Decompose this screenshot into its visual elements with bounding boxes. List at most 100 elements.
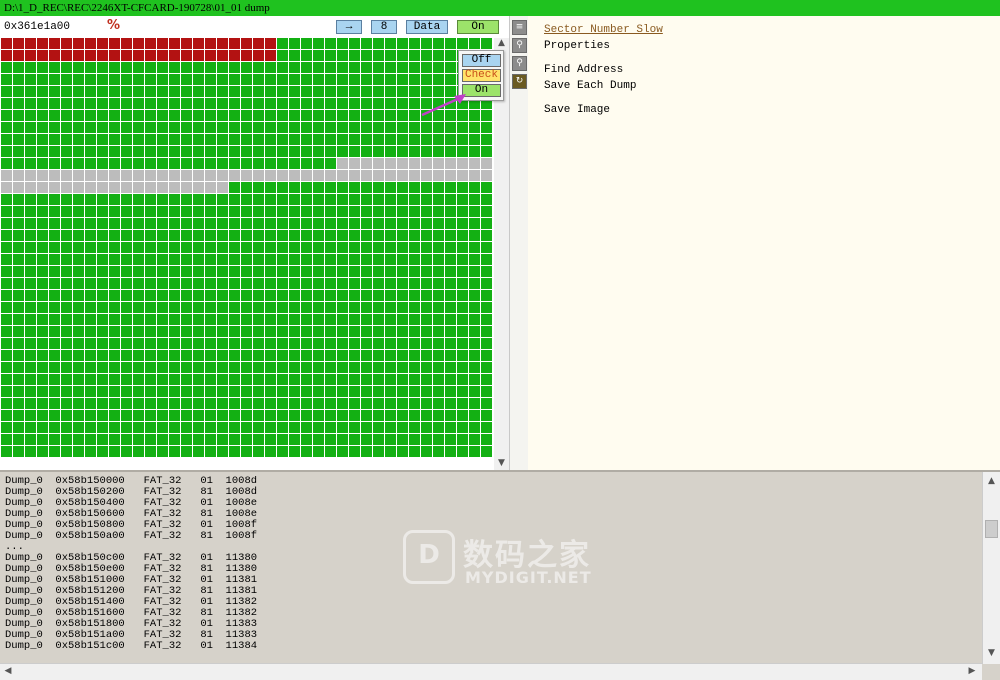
- sector-cell[interactable]: [229, 314, 240, 325]
- sector-cell[interactable]: [301, 302, 312, 313]
- sector-cell[interactable]: [61, 218, 72, 229]
- sector-cell[interactable]: [301, 242, 312, 253]
- sector-cell[interactable]: [133, 62, 144, 73]
- sector-cell[interactable]: [121, 446, 132, 457]
- log-scroll-right-icon[interactable]: ▶: [966, 666, 978, 676]
- sector-cell[interactable]: [1, 158, 12, 169]
- sector-cell[interactable]: [157, 74, 168, 85]
- sector-cell[interactable]: [85, 362, 96, 373]
- sector-cell[interactable]: [385, 74, 396, 85]
- sector-cell[interactable]: [193, 242, 204, 253]
- sector-cell[interactable]: [25, 50, 36, 61]
- sector-cell[interactable]: [145, 146, 156, 157]
- sector-cell[interactable]: [385, 230, 396, 241]
- sector-cell[interactable]: [157, 410, 168, 421]
- sector-cell[interactable]: [25, 362, 36, 373]
- sector-cell[interactable]: [109, 182, 120, 193]
- sector-cell[interactable]: [361, 110, 372, 121]
- sector-cell[interactable]: [181, 350, 192, 361]
- sector-cell[interactable]: [73, 290, 84, 301]
- sector-cell[interactable]: [73, 74, 84, 85]
- sector-cell[interactable]: [265, 266, 276, 277]
- sector-cell[interactable]: [241, 254, 252, 265]
- sector-cell[interactable]: [61, 98, 72, 109]
- sector-cell[interactable]: [49, 194, 60, 205]
- sector-cell[interactable]: [121, 182, 132, 193]
- sector-cell[interactable]: [1, 314, 12, 325]
- sector-cell[interactable]: [217, 422, 228, 433]
- sector-cell[interactable]: [97, 230, 108, 241]
- sector-cell[interactable]: [445, 50, 456, 61]
- sector-cell[interactable]: [1, 242, 12, 253]
- sector-cell[interactable]: [61, 110, 72, 121]
- sector-cell[interactable]: [85, 254, 96, 265]
- sector-cell[interactable]: [481, 398, 492, 409]
- sector-cell[interactable]: [265, 74, 276, 85]
- sector-cell[interactable]: [433, 206, 444, 217]
- sector-cell[interactable]: [109, 410, 120, 421]
- sector-cell[interactable]: [481, 158, 492, 169]
- sector-cell[interactable]: [97, 218, 108, 229]
- sector-cell[interactable]: [301, 338, 312, 349]
- sector-cell[interactable]: [313, 110, 324, 121]
- sector-cell[interactable]: [385, 302, 396, 313]
- sector-cell[interactable]: [181, 98, 192, 109]
- sector-cell[interactable]: [25, 374, 36, 385]
- sector-cell[interactable]: [373, 62, 384, 73]
- sector-cell[interactable]: [109, 38, 120, 49]
- sector-cell[interactable]: [361, 218, 372, 229]
- sector-cell[interactable]: [217, 98, 228, 109]
- sector-cell[interactable]: [433, 314, 444, 325]
- sector-cell[interactable]: [49, 302, 60, 313]
- sector-cell[interactable]: [25, 122, 36, 133]
- sector-cell[interactable]: [301, 386, 312, 397]
- sector-cell[interactable]: [361, 146, 372, 157]
- sector-cell[interactable]: [169, 50, 180, 61]
- sector-cell[interactable]: [349, 194, 360, 205]
- sector-cell[interactable]: [385, 326, 396, 337]
- sector-cell[interactable]: [421, 122, 432, 133]
- sector-cell[interactable]: [181, 38, 192, 49]
- sector-cell[interactable]: [241, 110, 252, 121]
- sector-cell[interactable]: [37, 194, 48, 205]
- sector-cell[interactable]: [193, 38, 204, 49]
- sector-cell[interactable]: [265, 278, 276, 289]
- sector-cell[interactable]: [349, 122, 360, 133]
- sector-cell[interactable]: [133, 278, 144, 289]
- sector-cell[interactable]: [13, 434, 24, 445]
- sector-cell[interactable]: [253, 374, 264, 385]
- sector-cell[interactable]: [37, 50, 48, 61]
- sector-cell[interactable]: [157, 422, 168, 433]
- sector-cell[interactable]: [241, 62, 252, 73]
- sector-cell[interactable]: [109, 338, 120, 349]
- sector-cell[interactable]: [361, 278, 372, 289]
- sector-cell[interactable]: [37, 98, 48, 109]
- sector-cell[interactable]: [193, 350, 204, 361]
- sector-cell[interactable]: [229, 134, 240, 145]
- sector-cell[interactable]: [217, 50, 228, 61]
- sector-cell[interactable]: [181, 50, 192, 61]
- sector-cell[interactable]: [1, 434, 12, 445]
- sector-cell[interactable]: [301, 182, 312, 193]
- sector-cell[interactable]: [133, 134, 144, 145]
- sector-cell[interactable]: [313, 170, 324, 181]
- sector-cell[interactable]: [409, 338, 420, 349]
- sector-cell[interactable]: [457, 386, 468, 397]
- sector-cell[interactable]: [193, 338, 204, 349]
- sector-cell[interactable]: [457, 338, 468, 349]
- sector-cell[interactable]: [61, 386, 72, 397]
- sector-cell[interactable]: [349, 338, 360, 349]
- sector-cell[interactable]: [205, 398, 216, 409]
- sector-cell[interactable]: [301, 374, 312, 385]
- sector-cell[interactable]: [169, 302, 180, 313]
- sector-cell[interactable]: [85, 266, 96, 277]
- pin-icon[interactable]: ⚲: [512, 38, 527, 53]
- sector-cell[interactable]: [145, 242, 156, 253]
- sector-cell[interactable]: [469, 434, 480, 445]
- sector-cell[interactable]: [409, 62, 420, 73]
- mode-option-check[interactable]: Check: [462, 69, 501, 82]
- sector-cell[interactable]: [229, 38, 240, 49]
- sector-cell[interactable]: [445, 194, 456, 205]
- sector-cell[interactable]: [409, 410, 420, 421]
- sector-cell[interactable]: [133, 122, 144, 133]
